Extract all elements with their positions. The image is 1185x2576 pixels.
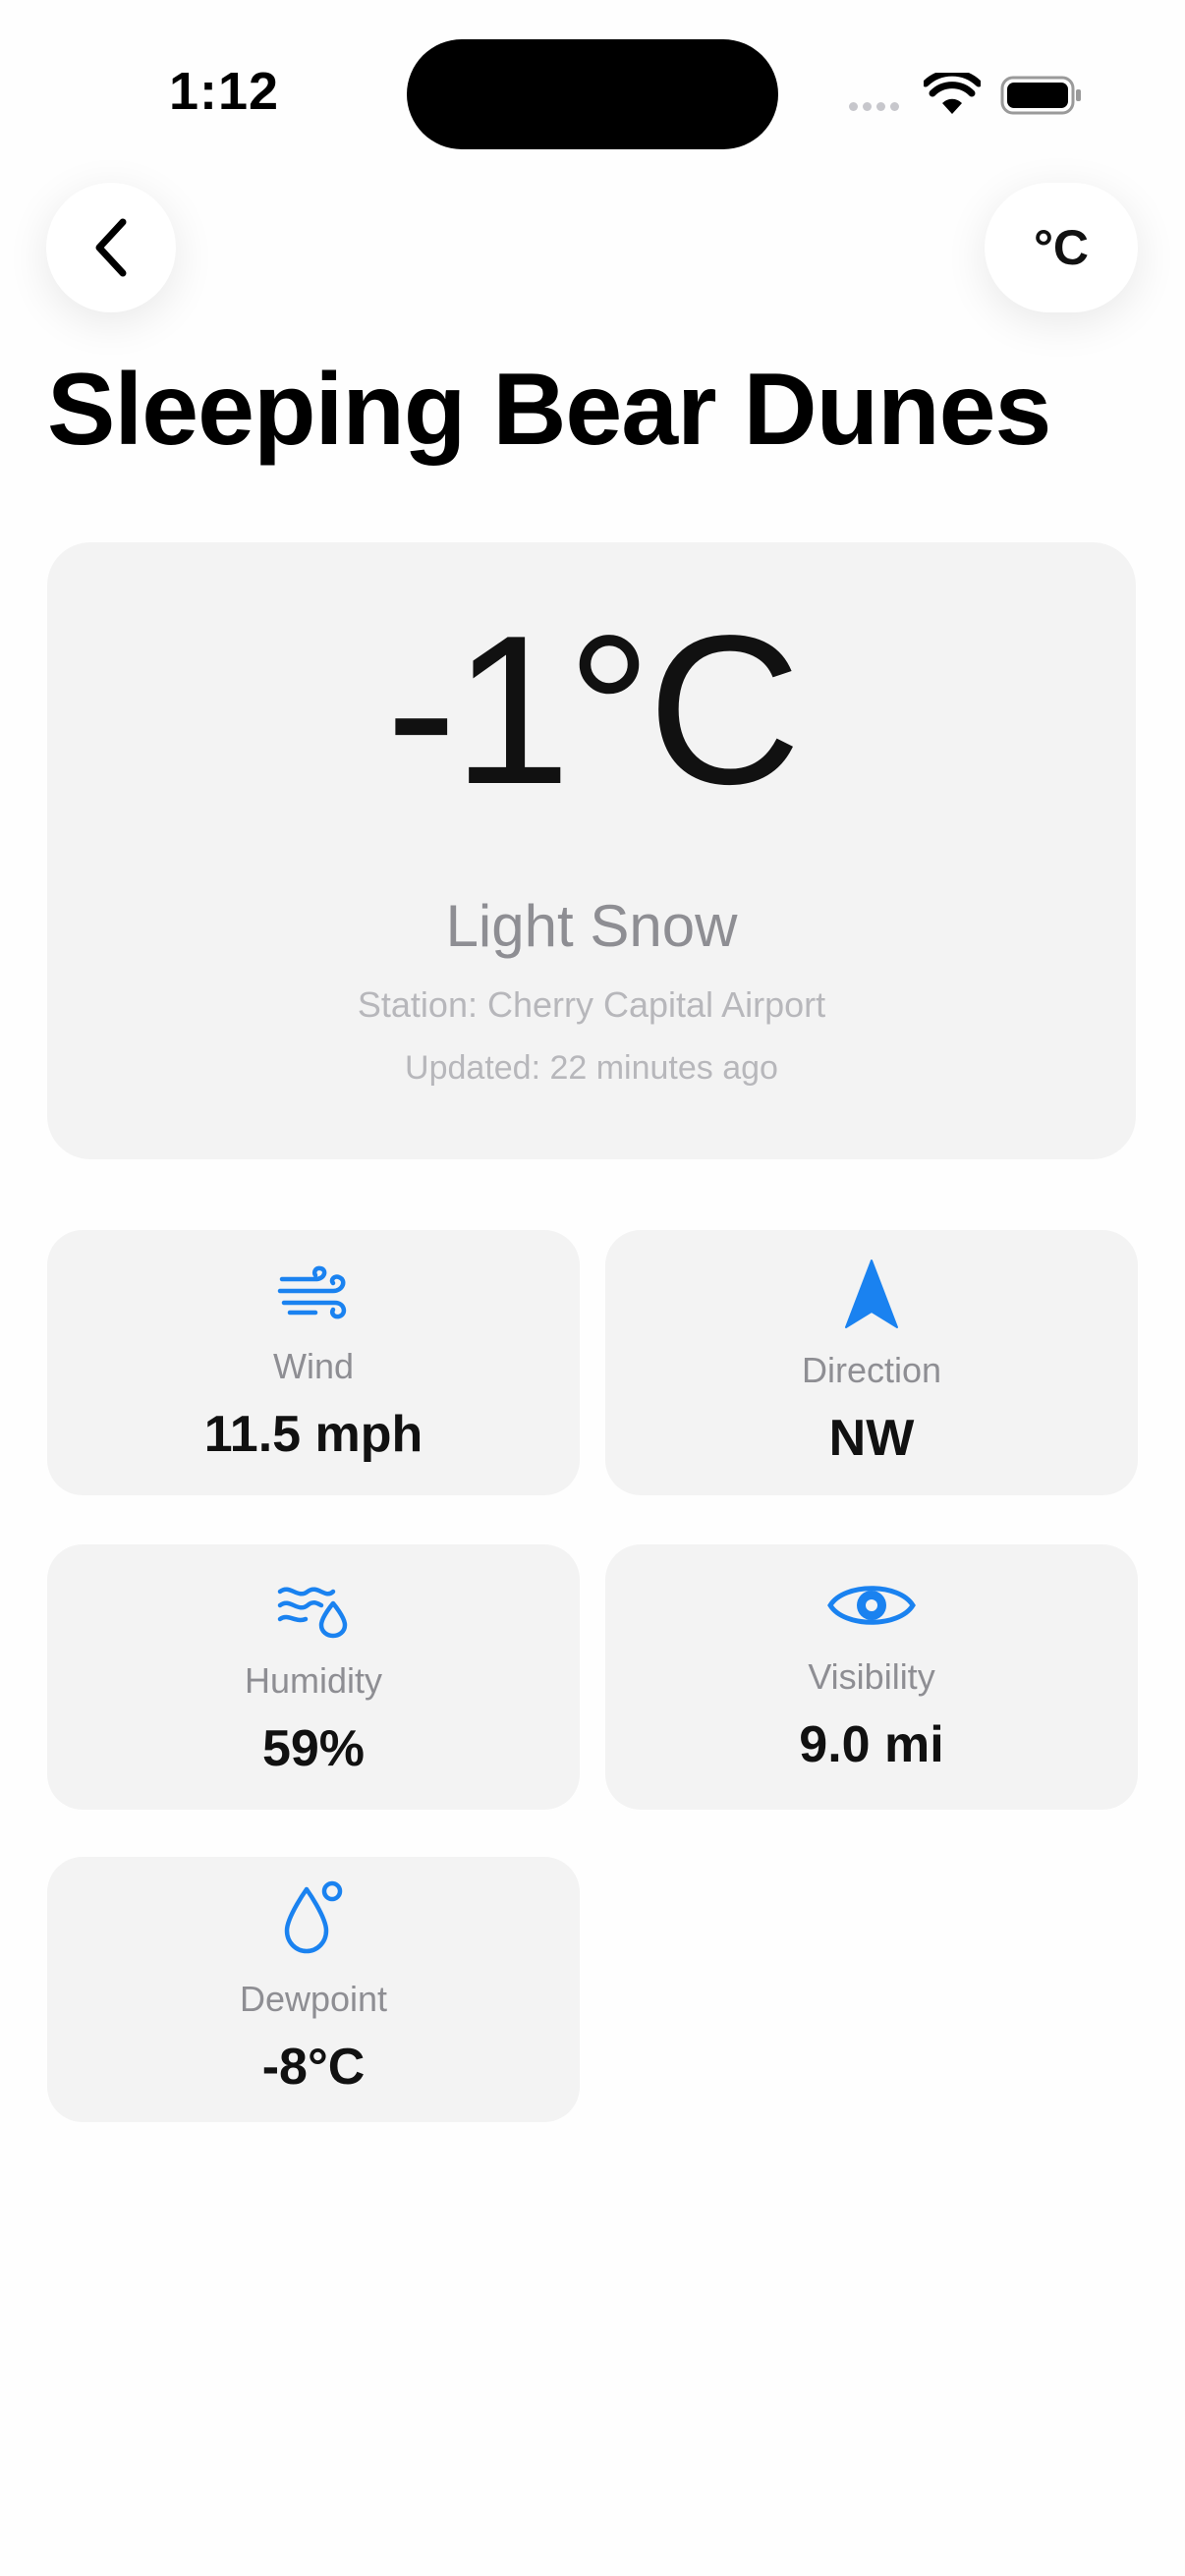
- visibility-value: 9.0 mi: [799, 1716, 944, 1773]
- cellular-signal-icon: [849, 102, 899, 111]
- humidity-tile: Humidity 59%: [47, 1544, 580, 1810]
- dewpoint-label: Dewpoint: [239, 1979, 388, 2019]
- dewpoint-drop-icon: [281, 1875, 346, 1961]
- humidity-value: 59%: [261, 1720, 366, 1777]
- direction-tile: Direction NW: [605, 1230, 1138, 1495]
- humidity-icon: [276, 1570, 351, 1649]
- wind-tile: Wind 11.5 mph: [47, 1230, 580, 1495]
- wind-value: 11.5 mph: [203, 1406, 423, 1463]
- battery-icon: [1000, 76, 1081, 115]
- condition-text: Light Snow: [445, 893, 738, 959]
- weather-detail-screen: 1:12 °C Sleeping Bear Dunes -1°C Light S…: [0, 0, 1185, 2576]
- visibility-label: Visibility: [808, 1656, 935, 1697]
- dewpoint-tile: Dewpoint -8°C: [47, 1857, 580, 2122]
- current-temperature: -1°C: [385, 590, 801, 828]
- direction-value: NW: [828, 1410, 915, 1467]
- station-text: Station: Cherry Capital Airport: [357, 984, 826, 1025]
- visibility-tile: Visibility 9.0 mi: [605, 1544, 1138, 1810]
- updated-text: Updated: 22 minutes ago: [405, 1049, 778, 1087]
- back-button[interactable]: [46, 183, 176, 312]
- direction-label: Direction: [801, 1350, 942, 1390]
- wifi-icon: [924, 73, 981, 114]
- wind-icon: [276, 1256, 351, 1334]
- unit-toggle-button[interactable]: °C: [985, 183, 1138, 312]
- dynamic-island: [407, 39, 778, 149]
- current-conditions-card: -1°C Light Snow Station: Cherry Capital …: [47, 542, 1136, 1159]
- location-arrow-icon: [844, 1252, 899, 1336]
- dewpoint-value: -8°C: [261, 2039, 366, 2096]
- status-time: 1:12: [169, 62, 280, 121]
- eye-icon: [826, 1566, 917, 1645]
- page-title: Sleeping Bear Dunes: [47, 353, 1051, 467]
- chevron-left-icon: [95, 218, 127, 277]
- humidity-label: Humidity: [244, 1660, 383, 1701]
- wind-label: Wind: [272, 1346, 355, 1386]
